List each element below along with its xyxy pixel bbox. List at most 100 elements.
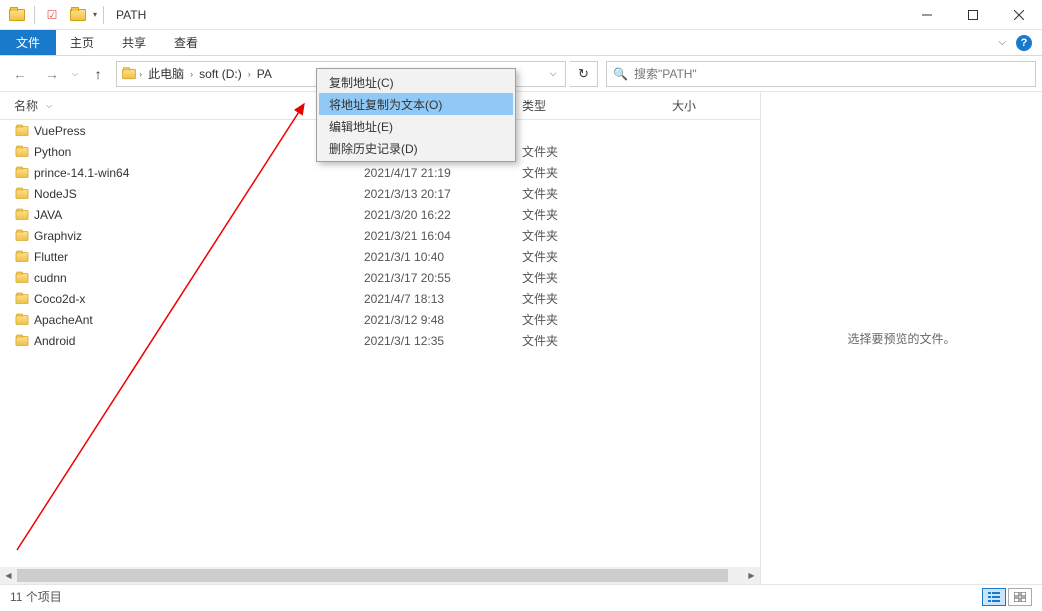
file-date: 2021/4/7 18:13	[364, 292, 522, 306]
tab-home[interactable]: 主页	[56, 30, 108, 55]
scroll-thumb[interactable]	[17, 569, 728, 582]
file-type: 文件夹	[522, 143, 672, 160]
history-dropdown-icon[interactable]: ⌵	[70, 69, 80, 79]
folder-icon	[14, 314, 34, 326]
file-row[interactable]: Graphviz2021/3/21 16:04文件夹	[0, 225, 760, 246]
file-row[interactable]: Flutter2021/3/1 10:40文件夹	[0, 246, 760, 267]
chevron-right-icon[interactable]: ›	[139, 69, 142, 79]
scroll-left-button[interactable]: ◀	[0, 567, 17, 584]
file-type: 文件夹	[522, 311, 672, 328]
content-area: 名称 ⌵ 修改日期 类型 大小 VuePressPython2021/4/9 1…	[0, 92, 1042, 584]
file-date: 2021/3/20 16:22	[364, 208, 522, 222]
refresh-button[interactable]: ↻	[570, 61, 598, 87]
address-context-menu[interactable]: 复制地址(C)将地址复制为文本(O)编辑地址(E)删除历史记录(D)	[316, 68, 516, 162]
file-row[interactable]: Android2021/3/1 12:35文件夹	[0, 330, 760, 351]
divider	[34, 6, 35, 24]
folder-icon	[14, 125, 34, 137]
window-title: PATH	[112, 8, 146, 22]
column-size[interactable]: 大小	[672, 97, 752, 114]
forward-button[interactable]: →	[38, 60, 66, 88]
tab-view[interactable]: 查看	[160, 30, 212, 55]
file-type: 文件夹	[522, 248, 672, 265]
titlebar: ☑ ▾ PATH	[0, 0, 1042, 30]
file-name: ApacheAnt	[34, 313, 364, 327]
details-view-button[interactable]	[982, 588, 1006, 606]
back-button[interactable]: ←	[6, 60, 34, 88]
folder-icon	[14, 293, 34, 305]
scroll-right-button[interactable]: ▶	[743, 567, 760, 584]
column-name[interactable]: 名称 ⌵	[14, 97, 364, 114]
file-date: 2021/3/13 20:17	[364, 187, 522, 201]
search-placeholder: 搜索"PATH"	[634, 65, 697, 82]
file-row[interactable]: JAVA2021/3/20 16:22文件夹	[0, 204, 760, 225]
help-icon[interactable]: ?	[1016, 35, 1032, 51]
window-controls	[904, 0, 1042, 30]
file-row[interactable]: ApacheAnt2021/3/12 9:48文件夹	[0, 309, 760, 330]
file-name: JAVA	[34, 208, 364, 222]
file-date: 2021/3/1 10:40	[364, 250, 522, 264]
folder-icon	[14, 209, 34, 221]
chevron-right-icon[interactable]: ›	[248, 69, 251, 79]
breadcrumb[interactable]: › 此电脑 › soft (D:) › PA	[139, 65, 276, 82]
check-icon[interactable]: ☑	[41, 4, 63, 26]
file-type: 文件夹	[522, 206, 672, 223]
quick-access-toolbar: ☑ ▾	[0, 4, 112, 26]
file-date: 2021/3/21 16:04	[364, 229, 522, 243]
column-type[interactable]: 类型	[522, 97, 672, 114]
folder-icon	[14, 188, 34, 200]
file-list[interactable]: VuePressPython2021/4/9 15:58文件夹prince-14…	[0, 120, 760, 584]
statusbar: 11 个项目	[0, 584, 1042, 608]
close-button[interactable]	[996, 0, 1042, 30]
breadcrumb-segment[interactable]: soft (D:)	[195, 67, 246, 81]
preview-empty-text: 选择要预览的文件。	[847, 330, 955, 347]
context-menu-item[interactable]: 删除历史记录(D)	[319, 137, 513, 159]
file-tab[interactable]: 文件	[0, 30, 56, 55]
file-name: cudnn	[34, 271, 364, 285]
thumbnails-view-button[interactable]	[1008, 588, 1032, 606]
maximize-button[interactable]	[950, 0, 996, 30]
file-type: 文件夹	[522, 185, 672, 202]
breadcrumb-segment[interactable]: 此电脑	[144, 65, 188, 82]
folder-icon	[6, 4, 28, 26]
file-type: 文件夹	[522, 269, 672, 286]
sort-indicator-icon: ⌵	[46, 101, 52, 111]
folder-icon	[67, 4, 89, 26]
tab-share[interactable]: 共享	[108, 30, 160, 55]
scroll-track[interactable]	[17, 567, 743, 584]
file-name: Android	[34, 334, 364, 348]
context-menu-item[interactable]: 将地址复制为文本(O)	[319, 93, 513, 115]
file-type: 文件夹	[522, 164, 672, 181]
collapse-ribbon-icon[interactable]: ⌵	[998, 37, 1006, 48]
column-size-label: 大小	[672, 99, 696, 113]
up-button[interactable]: ↑	[84, 60, 112, 88]
file-type: 文件夹	[522, 290, 672, 307]
status-text: 11 个项目	[10, 588, 62, 605]
file-list-pane: 名称 ⌵ 修改日期 类型 大小 VuePressPython2021/4/9 1…	[0, 92, 760, 584]
file-name: VuePress	[34, 124, 364, 138]
view-switcher	[982, 588, 1032, 606]
search-input[interactable]: 🔍 搜索"PATH"	[606, 61, 1036, 87]
folder-icon	[14, 251, 34, 263]
file-row[interactable]: prince-14.1-win642021/4/17 21:19文件夹	[0, 162, 760, 183]
ribbon-right: ⌵ ?	[998, 30, 1042, 55]
folder-icon	[14, 272, 34, 284]
navigation-bar: ← → ⌵ ↑ › 此电脑 › soft (D:) › PA ⌵ ↻ 🔍 搜索"…	[0, 56, 1042, 92]
file-row[interactable]: NodeJS2021/3/13 20:17文件夹	[0, 183, 760, 204]
minimize-button[interactable]	[904, 0, 950, 30]
file-name: Graphviz	[34, 229, 364, 243]
horizontal-scrollbar[interactable]: ◀ ▶	[0, 567, 760, 584]
context-menu-item[interactable]: 复制地址(C)	[319, 71, 513, 93]
folder-icon	[14, 230, 34, 242]
file-type: 文件夹	[522, 227, 672, 244]
file-date: 2021/3/17 20:55	[364, 271, 522, 285]
folder-icon	[119, 68, 139, 80]
breadcrumb-segment[interactable]: PA	[253, 67, 276, 81]
qat-dropdown-icon[interactable]: ▾	[93, 10, 97, 19]
search-icon: 🔍	[613, 67, 628, 81]
folder-icon	[14, 335, 34, 347]
chevron-right-icon[interactable]: ›	[190, 69, 193, 79]
context-menu-item[interactable]: 编辑地址(E)	[319, 115, 513, 137]
address-dropdown-icon[interactable]: ⌵	[543, 68, 563, 79]
file-row[interactable]: Coco2d-x2021/4/7 18:13文件夹	[0, 288, 760, 309]
file-row[interactable]: cudnn2021/3/17 20:55文件夹	[0, 267, 760, 288]
